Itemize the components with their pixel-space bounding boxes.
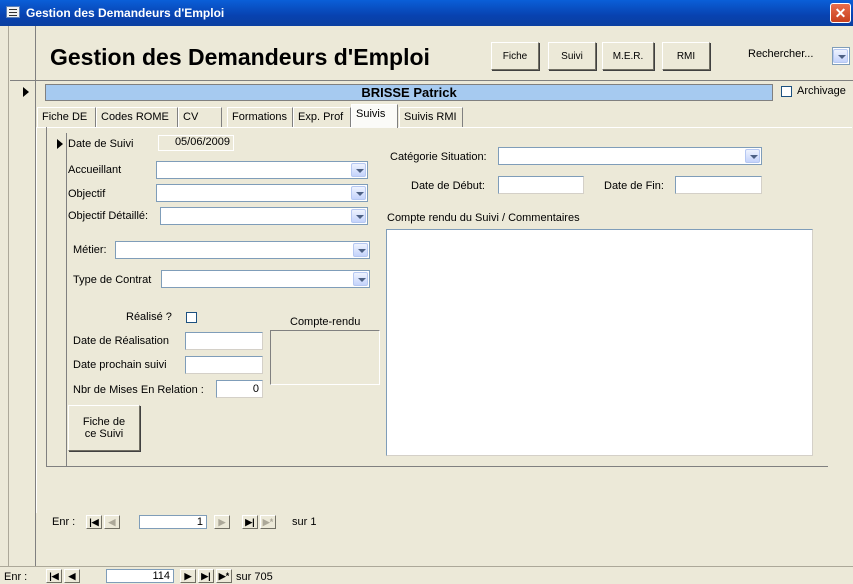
date-debut-field[interactable] (498, 176, 584, 194)
search-combo[interactable] (832, 47, 850, 65)
subform-last-record-icon[interactable]: ▶| (242, 515, 258, 529)
tab-fiche-de[interactable]: Fiche DE (37, 107, 96, 127)
compte-rendu-box[interactable] (270, 330, 380, 385)
page-title: Gestion des Demandeurs d'Emploi (50, 44, 430, 70)
main-nav-label: Enr : (4, 571, 28, 583)
realise-label: Réalisé ? (126, 311, 172, 323)
subform-bottom-rule (46, 466, 828, 467)
fiche-button[interactable]: Fiche (491, 42, 539, 70)
form-icon (6, 6, 20, 18)
rmi-button[interactable]: RMI (662, 42, 710, 70)
main-last-record-icon[interactable]: ▶| (198, 569, 214, 583)
chevron-down-icon[interactable] (351, 163, 366, 177)
record-selector[interactable] (18, 82, 36, 104)
main-first-record-icon[interactable]: |◀ (46, 569, 62, 583)
main-prev-record-icon[interactable]: ◀ (64, 569, 80, 583)
commentaires-label: Compte rendu du Suivi / Commentaires (387, 212, 580, 224)
record-top-rule (10, 80, 853, 81)
archive-checkbox[interactable] (781, 86, 792, 97)
compte-rendu-box-label: Compte-rendu (290, 316, 361, 328)
subform-selector-border (66, 133, 67, 467)
metier-combo[interactable] (115, 241, 370, 259)
nav-top-rule (0, 566, 853, 567)
tab-exp-prof[interactable]: Exp. Prof (293, 107, 351, 127)
fiche-suivi-line2: ce Suivi (84, 428, 124, 440)
mer-button[interactable]: M.E.R. (602, 42, 654, 70)
tab-suivis[interactable]: Suivis (351, 104, 398, 128)
date-suivi-field[interactable]: 05/06/2009 (158, 135, 234, 151)
subform-current-record-icon (57, 139, 63, 149)
chevron-down-icon[interactable] (833, 49, 848, 63)
window-titlebar: Gestion des Demandeurs d'Emploi (0, 0, 853, 26)
current-record-icon (23, 87, 29, 97)
objectif-detaille-label: Objectif Détaillé: (68, 210, 149, 222)
commentaires-textarea[interactable] (386, 229, 813, 456)
realise-checkbox[interactable] (186, 312, 197, 323)
main-nav-total: sur 705 (236, 571, 273, 583)
subform-record-field[interactable]: 1 (139, 515, 207, 529)
subform-nav-total: sur 1 (292, 516, 317, 528)
accueillant-label: Accueillant (68, 164, 122, 176)
fiche-suivi-line1: Fiche de (82, 416, 126, 428)
fiche-suivi-button[interactable]: Fiche de ce Suivi (68, 405, 140, 451)
date-fin-field[interactable] (675, 176, 762, 194)
main-record-field[interactable]: 114 (106, 569, 174, 583)
tab-formations[interactable]: Formations (227, 107, 293, 127)
chevron-down-icon[interactable] (351, 186, 366, 200)
chevron-down-icon[interactable] (353, 243, 368, 257)
subform-prev-record-icon[interactable]: ◀ (104, 515, 120, 529)
window-title: Gestion des Demandeurs d'Emploi (26, 6, 225, 20)
subform-next-record-icon[interactable]: ▶ (214, 515, 230, 529)
tab-codes-rome[interactable]: Codes ROME (96, 107, 178, 127)
date-realisation-label: Date de Réalisation (73, 335, 170, 347)
date-fin-label: Date de Fin: (604, 180, 664, 192)
type-contrat-label: Type de Contrat (73, 274, 152, 286)
date-realisation-field[interactable] (185, 332, 263, 350)
categorie-combo[interactable] (498, 147, 762, 165)
nbr-mises-field[interactable]: 0 (216, 380, 263, 398)
date-debut-label: Date de Début: (411, 180, 485, 192)
chevron-down-icon[interactable] (745, 149, 760, 163)
close-button[interactable]: ✕ (830, 3, 851, 23)
main-new-record-icon[interactable]: ▶* (216, 569, 232, 583)
subform-nav-label: Enr : (52, 516, 76, 528)
chevron-down-icon[interactable] (353, 272, 368, 286)
chevron-down-icon[interactable] (351, 209, 366, 223)
date-prochain-label: Date prochain suivi (73, 359, 167, 371)
nbr-mises-label: Nbr de Mises En Relation : (73, 384, 204, 396)
person-name-bar: BRISSE Patrick (45, 84, 773, 101)
objectif-label: Objectif (68, 188, 106, 200)
archive-label: Archivage (797, 85, 846, 97)
accueillant-combo[interactable] (156, 161, 368, 179)
date-suivi-label: Date de Suivi (68, 138, 134, 150)
date-prochain-field[interactable] (185, 356, 263, 374)
objectif-combo[interactable] (156, 184, 368, 202)
subform-first-record-icon[interactable]: |◀ (86, 515, 102, 529)
search-label: Rechercher... (748, 48, 814, 60)
subform-new-record-icon[interactable]: ▶* (260, 515, 276, 529)
main-next-record-icon[interactable]: ▶ (180, 569, 196, 583)
panel-top-rule (37, 127, 852, 128)
categorie-label: Catégorie Situation: (390, 151, 487, 163)
suivi-button[interactable]: Suivi (548, 42, 596, 70)
objectif-detaille-combo[interactable] (160, 207, 368, 225)
metier-label: Métier: (73, 244, 107, 256)
tab-cv[interactable]: CV (178, 107, 222, 127)
type-contrat-combo[interactable] (161, 270, 370, 288)
tab-suivis-rmi[interactable]: Suivis RMI (399, 107, 463, 127)
subform-left-border (46, 127, 47, 467)
